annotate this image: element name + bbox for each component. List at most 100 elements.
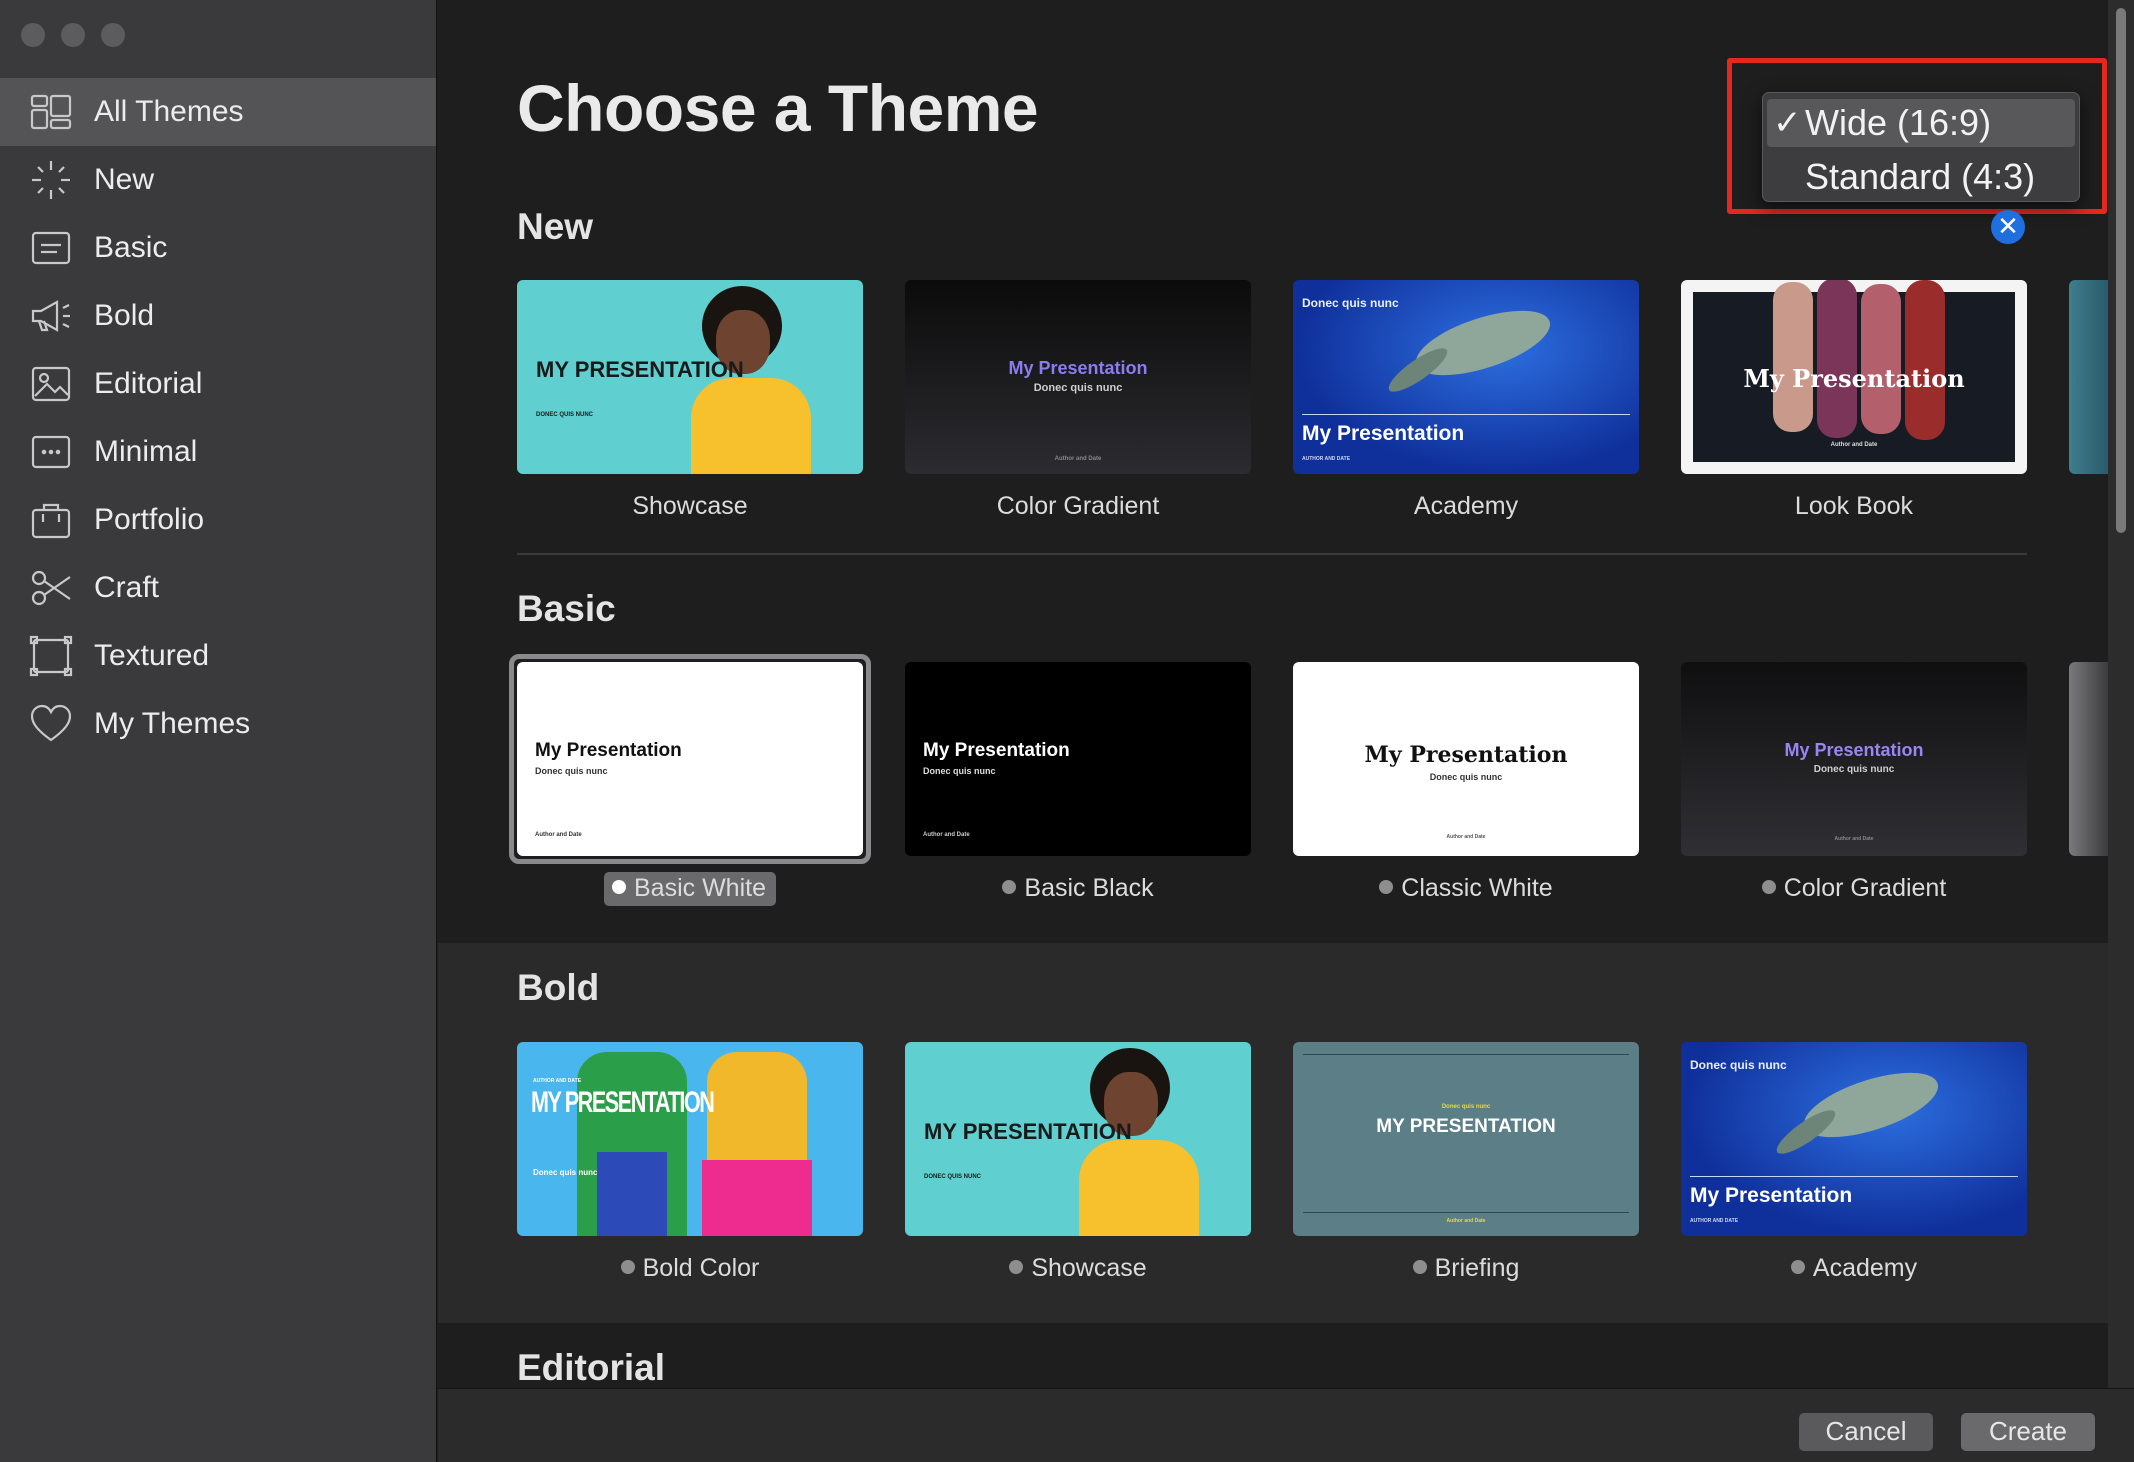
- thumb-title: MY PRESENTATION: [531, 1086, 715, 1119]
- theme-thumbnail: My Presentation Donec quis nunc Author a…: [1293, 662, 1639, 856]
- thumb-subtitle: DONEC QUIS NUNC: [924, 1174, 982, 1180]
- thumb-footer: AUTHOR AND DATE: [1302, 456, 1351, 462]
- scissors-icon: [28, 565, 74, 611]
- thumb-subtitle: Donec quis nunc: [1813, 764, 1895, 775]
- section-basic: Basic My Presentation Donec quis nunc Au…: [438, 555, 2110, 943]
- sidebar-item-editorial[interactable]: Editorial: [0, 350, 436, 418]
- theme-thumbnail: Donec quis nunc My Presentation AUTHOR A…: [1681, 1042, 2027, 1236]
- theme-thumbnail: My Presentation Author and Date: [1681, 280, 2027, 474]
- sidebar-item-label: All Themes: [94, 95, 244, 128]
- thumb-footer: Author and Date: [923, 832, 970, 838]
- sidebar-item-label: Editorial: [94, 367, 203, 400]
- close-icon[interactable]: ✕: [1991, 210, 2025, 244]
- zoom-window-button[interactable]: [101, 23, 125, 47]
- thumb-title: My Presentation: [1302, 422, 1465, 445]
- thumb-footer: AUTHOR AND DATE: [1690, 1218, 1739, 1224]
- thumb-title: My Presentation: [1784, 740, 1924, 760]
- theme-thumbnail: Donec quis nunc My Presentation AUTHOR A…: [1293, 280, 1639, 474]
- sidebar: All Themes New Basic Bold Editorial Mini…: [0, 0, 437, 1462]
- theme-label: Classic White: [1293, 874, 1639, 903]
- theme-name: Basic White: [634, 874, 766, 902]
- sidebar-item-all-themes[interactable]: All Themes: [0, 78, 436, 146]
- status-dot: [1761, 880, 1776, 894]
- theme-thumbnail: MY PRESENTATION DONEC QUIS NUNC: [905, 1042, 1251, 1236]
- menu-option-label: Standard (4:3): [1805, 156, 2036, 197]
- thumb-subtitle: Donec quis nunc: [535, 766, 608, 776]
- theme-label: Look Book: [1794, 492, 1914, 520]
- thumb-title: MY PRESENTATION: [924, 1119, 1132, 1144]
- minimize-window-button[interactable]: [61, 23, 85, 47]
- thumb-title: My Presentation: [1743, 364, 1965, 393]
- thumb-footer: Author and Date: [1446, 1218, 1486, 1224]
- thumb-subtitle: Donec quis nunc: [1690, 1058, 1787, 1072]
- thumb-subtitle: Donec quis nunc: [1429, 772, 1503, 782]
- thumb-subtitle: Donec quis nunc: [1033, 382, 1123, 394]
- sparkle-icon: [28, 157, 74, 203]
- menu-option-wide[interactable]: ✓ Wide (16:9): [1767, 99, 2075, 147]
- sidebar-item-label: My Themes: [94, 707, 251, 740]
- thumb-title: My Presentation: [1008, 358, 1148, 378]
- sidebar-item-bold[interactable]: Bold: [0, 282, 436, 350]
- theme-thumbnail: MY PRESENTATION DONEC QUIS NUNC: [517, 280, 863, 474]
- close-window-button[interactable]: [21, 23, 45, 47]
- theme-thumbnail-partial[interactable]: [2069, 280, 2109, 474]
- window-controls: [21, 23, 125, 47]
- theme-thumbnail: AUTHOR AND DATE MY PRESENTATION Donec qu…: [517, 1042, 863, 1236]
- section-title: Editorial: [517, 1347, 666, 1388]
- sidebar-item-label: New: [94, 163, 155, 196]
- create-button[interactable]: Create: [1961, 1413, 2095, 1451]
- theme-label: Academy: [1681, 1254, 2027, 1283]
- section-bold: Bold AUTHOR AND DATE MY PRESENTATION Don…: [438, 943, 2110, 1323]
- theme-thumbnail: My Presentation Donec quis nunc Author a…: [1681, 662, 2027, 856]
- sidebar-item-label: Bold: [94, 299, 155, 332]
- section-title: New: [517, 206, 594, 247]
- thumb-subtitle: Donec quis nunc: [533, 1168, 598, 1177]
- theme-label: Color Gradient: [996, 492, 1160, 520]
- thumb-subtitle: DONEC QUIS NUNC: [536, 412, 594, 418]
- scrollbar-thumb[interactable]: [2116, 8, 2126, 533]
- thumb-footer: Author and Date: [1830, 442, 1878, 448]
- thumb-title: My Presentation: [923, 740, 1070, 761]
- sidebar-item-basic[interactable]: Basic: [0, 214, 436, 282]
- sidebar-item-new[interactable]: New: [0, 146, 436, 214]
- sidebar-item-label: Portfolio: [94, 503, 205, 536]
- thumb-title: MY PRESENTATION: [536, 357, 744, 382]
- menu-option-standard[interactable]: Standard (4:3): [1767, 153, 2075, 201]
- sidebar-item-textured[interactable]: Textured: [0, 622, 436, 690]
- selected-label-pill: Basic White: [604, 872, 776, 906]
- theme-thumbnail-partial[interactable]: [2069, 1042, 2109, 1236]
- theme-name: Basic Black: [1024, 874, 1154, 902]
- menu-option-label: Wide (16:9): [1805, 102, 1992, 143]
- section-title: Bold: [517, 967, 600, 1008]
- vertical-scrollbar[interactable]: [2108, 0, 2134, 1390]
- frame-icon: [28, 633, 74, 679]
- grid-layout-icon: [28, 89, 74, 135]
- sidebar-item-my-themes[interactable]: My Themes: [0, 690, 436, 758]
- text-box-icon: [28, 225, 74, 271]
- sidebar-item-label: Minimal: [94, 435, 198, 468]
- theme-label: Showcase: [905, 1254, 1251, 1283]
- thumb-subtitle: Donec quis nunc: [1441, 1104, 1491, 1110]
- theme-label: Briefing: [1293, 1254, 1639, 1283]
- aspect-ratio-menu[interactable]: ✓ Wide (16:9) Standard (4:3): [1762, 92, 2080, 202]
- status-dot: [1379, 880, 1394, 894]
- sidebar-item-minimal[interactable]: Minimal: [0, 418, 436, 486]
- ellipsis-box-icon: [28, 429, 74, 475]
- cancel-button[interactable]: Cancel: [1799, 1413, 1933, 1451]
- sidebar-item-portfolio[interactable]: Portfolio: [0, 486, 436, 554]
- status-dot: [1009, 1260, 1024, 1274]
- theme-label: Bold Color: [517, 1254, 863, 1283]
- theme-label: Basic Black: [905, 874, 1251, 903]
- theme-thumbnail-partial[interactable]: [2069, 662, 2109, 856]
- thumb-footer: Author and Date: [1446, 834, 1486, 840]
- theme-name: Classic White: [1401, 874, 1553, 902]
- theme-thumbnail: My Presentation Donec quis nunc Author a…: [905, 280, 1251, 474]
- theme-name: Color Gradient: [1783, 874, 1947, 902]
- thumb-title: MY PRESENTATION: [1376, 1116, 1556, 1137]
- theme-chooser-main: Choose a Theme New MY PRESENTATION DONEC…: [438, 0, 2134, 1462]
- sidebar-item-label: Basic: [94, 231, 168, 264]
- status-dot: [1790, 1260, 1805, 1274]
- thumb-subtitle: Donec quis nunc: [923, 766, 996, 776]
- theme-thumbnail: My Presentation Donec quis nunc Author a…: [905, 662, 1251, 856]
- sidebar-item-craft[interactable]: Craft: [0, 554, 436, 622]
